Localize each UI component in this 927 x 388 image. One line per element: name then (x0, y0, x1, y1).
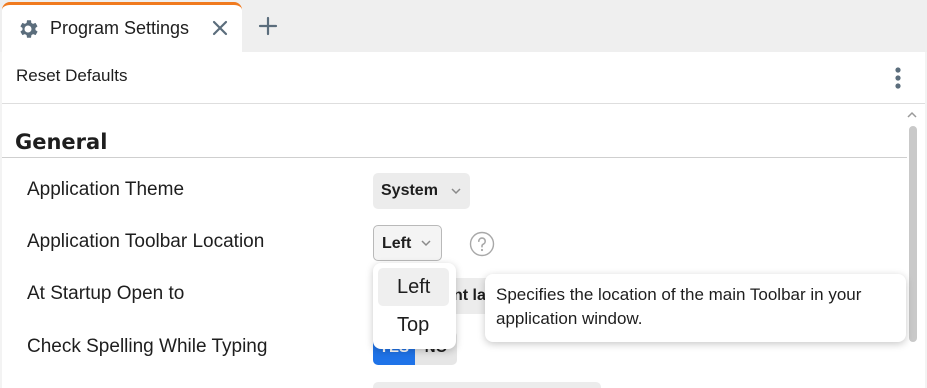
theme-select[interactable]: System (373, 173, 470, 209)
section-title: General (15, 130, 108, 154)
setting-label-toolbar-location: Application Toolbar Location (27, 231, 265, 252)
close-icon[interactable] (209, 17, 231, 39)
tab-program-settings[interactable]: Program Settings (2, 2, 242, 52)
tab-bar: Program Settings (0, 0, 927, 52)
panel-toolbar: Reset Defaults (2, 52, 925, 104)
theme-select-value: System (381, 182, 438, 199)
toolbar-location-select[interactable]: Left (373, 225, 442, 261)
tooltip-line-1: Specifies the location of the main Toolb… (496, 285, 862, 304)
setting-label-startup: At Startup Open to (27, 283, 185, 304)
setting-label-spelling: Check Spelling While Typing (27, 336, 268, 357)
help-icon[interactable] (469, 231, 495, 257)
next-setting-control[interactable] (373, 382, 601, 388)
dropdown-option-left[interactable]: Left (378, 268, 449, 306)
setting-label-theme: Application Theme (27, 179, 185, 200)
scroll-up-icon[interactable] (905, 110, 919, 120)
more-vertical-icon[interactable] (886, 64, 910, 92)
chevron-down-icon (451, 188, 461, 195)
chevron-down-icon (421, 240, 431, 247)
toolbar-location-dropdown: Left Top (373, 263, 456, 349)
section-divider (2, 157, 907, 158)
toolbar-location-select-value: Left (382, 235, 412, 252)
gear-icon (20, 20, 38, 38)
tooltip-line-2: application window. (496, 309, 643, 328)
startup-select-value: nt la (453, 287, 486, 304)
reset-defaults-button[interactable]: Reset Defaults (16, 66, 128, 86)
dropdown-option-top[interactable]: Top (378, 306, 449, 344)
scrollbar-thumb[interactable] (909, 126, 917, 342)
help-tooltip: Specifies the location of the main Toolb… (485, 274, 906, 342)
plus-icon[interactable] (257, 15, 279, 37)
tab-title: Program Settings (50, 18, 190, 38)
